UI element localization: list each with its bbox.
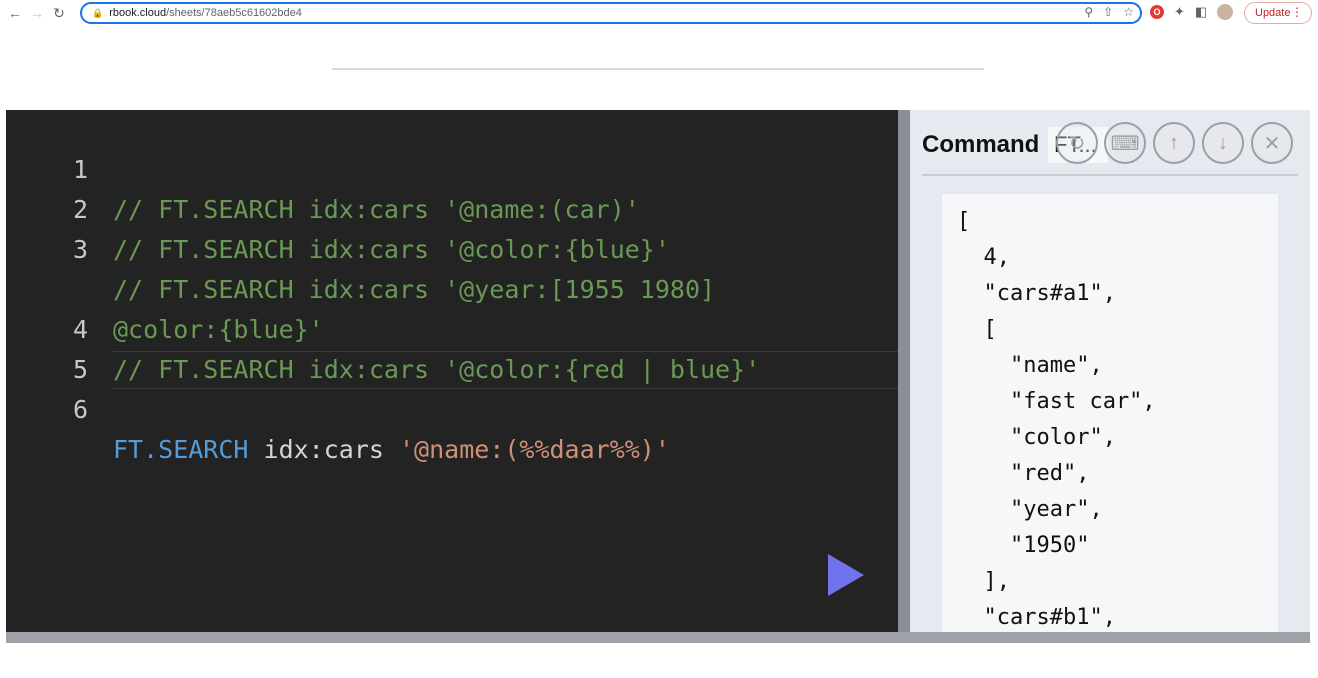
- keyword-token: FT.SEARCH: [113, 435, 249, 464]
- close-icon[interactable]: ✕: [1251, 122, 1293, 164]
- sidebar-icon[interactable]: ◧: [1195, 4, 1207, 20]
- code-line[interactable]: @color:{blue}': [6, 230, 324, 344]
- output-line: "color",: [957, 425, 1116, 450]
- arrow-up-icon[interactable]: ↑: [1153, 122, 1195, 164]
- output-line: "year",: [957, 497, 1103, 522]
- line-number: 6: [72, 395, 88, 424]
- address-bar[interactable]: 🔒 rbook.cloud/sheets/78aeb5c61602bde4 ⚲ …: [80, 2, 1142, 24]
- output-line: "cars#a1",: [957, 281, 1116, 306]
- back-icon[interactable]: ←: [4, 2, 26, 24]
- url-path: /sheets/78aeb5c61602bde4: [166, 7, 302, 19]
- history-icon[interactable]: ↻: [1056, 122, 1098, 164]
- avatar[interactable]: [1217, 4, 1234, 20]
- output-line: [: [957, 317, 997, 342]
- zoom-icon[interactable]: ⚲: [1084, 5, 1093, 19]
- code-text: // FT.SEARCH idx:cars '@color:{red | blu…: [113, 355, 761, 384]
- divider: [332, 68, 984, 70]
- output-box: [ 4, "cars#a1", [ "name", "fast car", "c…: [942, 194, 1278, 632]
- extension-icon[interactable]: O: [1150, 5, 1164, 19]
- run-button[interactable]: [828, 554, 864, 596]
- puzzle-icon[interactable]: ✦: [1174, 4, 1185, 20]
- update-label: Update: [1255, 7, 1291, 19]
- string-token: '@name:(%%daar%%)': [398, 435, 670, 464]
- output-line: 4,: [957, 245, 1010, 270]
- reload-icon[interactable]: ↻: [48, 2, 70, 24]
- code-line[interactable]: 6 FT.SEARCH idx:cars '@name:(%%daar%%)': [6, 350, 670, 464]
- output-line: "fast car",: [957, 389, 1156, 414]
- output-line: "red",: [957, 461, 1090, 486]
- output-line: ],: [957, 569, 1010, 594]
- star-icon[interactable]: ☆: [1123, 5, 1134, 19]
- output-line: [: [957, 209, 971, 234]
- panel-splitter[interactable]: [898, 110, 910, 632]
- share-icon[interactable]: ⇧: [1103, 5, 1113, 19]
- plain-token: idx:cars: [248, 435, 399, 464]
- output-line: "1950": [957, 533, 1090, 558]
- arrow-down-icon[interactable]: ↓: [1202, 122, 1244, 164]
- result-panel: Command FT... ↻ ⌨ ↑ ↓ ✕ [ 4, "cars#a1", …: [910, 110, 1310, 632]
- command-label: Command: [922, 131, 1040, 158]
- code-line[interactable]: 5: [6, 310, 88, 384]
- output-line: "name",: [957, 353, 1103, 378]
- code-editor[interactable]: 1 // FT.SEARCH idx:cars '@name:(car)' 2 …: [6, 110, 898, 632]
- output-line: "cars#b1",: [957, 605, 1116, 630]
- paint-roller-icon[interactable]: ⌨: [1104, 122, 1146, 164]
- forward-icon[interactable]: →: [26, 2, 48, 24]
- bottom-bar: [6, 632, 1310, 643]
- code-line[interactable]: 2 // FT.SEARCH idx:cars '@color:{blue}': [6, 150, 670, 264]
- code-line[interactable]: 3 // FT.SEARCH idx:cars '@year:[1955 198…: [6, 190, 715, 304]
- panel-divider: [922, 174, 1298, 176]
- code-line[interactable]: 1 // FT.SEARCH idx:cars '@name:(car)': [6, 110, 640, 224]
- update-button[interactable]: Update ⋮: [1244, 2, 1312, 24]
- code-text: @color:{blue}': [113, 315, 324, 344]
- lock-icon: 🔒: [92, 7, 104, 18]
- code-text: // FT.SEARCH idx:cars '@name:(car)': [113, 195, 640, 224]
- code-text: // FT.SEARCH idx:cars '@color:{blue}': [113, 235, 670, 264]
- code-line[interactable]: 4 // FT.SEARCH idx:cars '@color:{red | b…: [6, 270, 760, 384]
- menu-icon[interactable]: ⋮: [1291, 5, 1303, 19]
- url-host: rbook.cloud: [109, 7, 167, 19]
- code-text: // FT.SEARCH idx:cars '@year:[1955 1980]: [113, 275, 716, 304]
- browser-toolbar: ← → ↻ 🔒 rbook.cloud/sheets/78aeb5c61602b…: [0, 0, 1318, 26]
